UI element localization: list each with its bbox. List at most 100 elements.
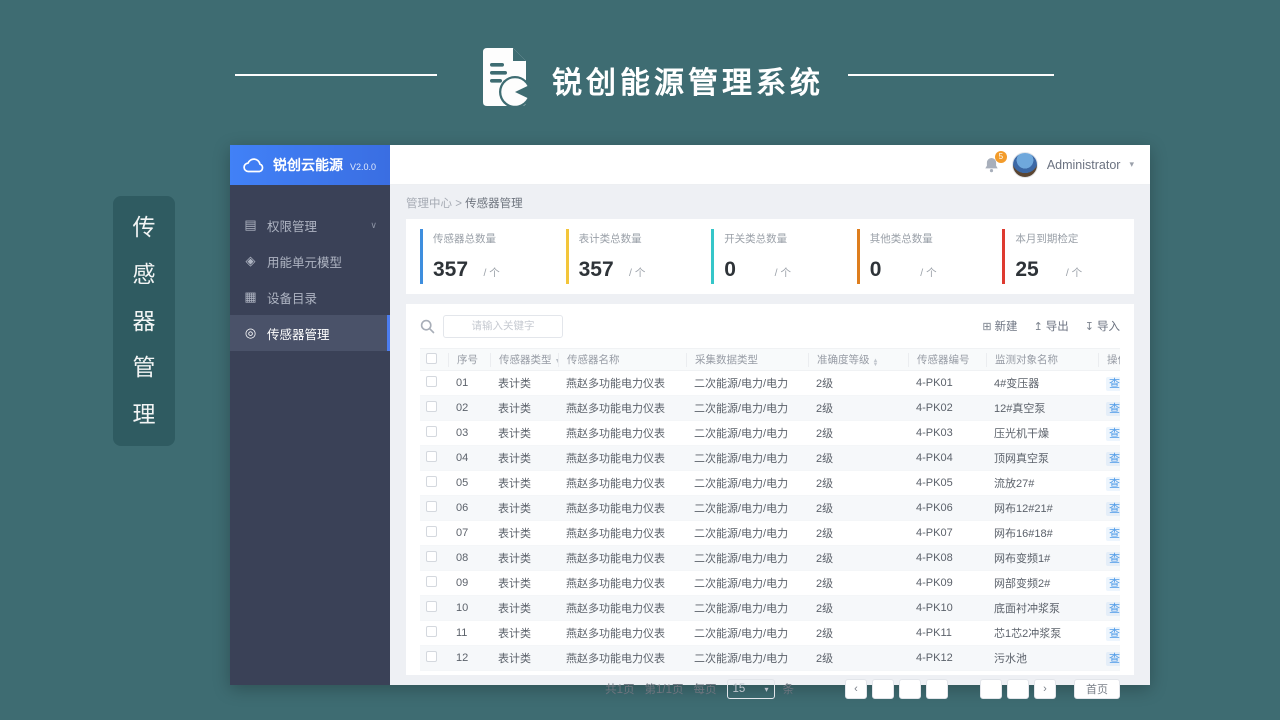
- col-actions: 操作: [1098, 352, 1120, 367]
- row-checkbox[interactable]: [426, 576, 437, 587]
- cell-sensor-code: 4-PK12: [916, 652, 953, 664]
- page-number-button[interactable]: [872, 679, 894, 699]
- notification-badge: 5: [994, 150, 1007, 163]
- stat-unit: / 个: [920, 267, 937, 279]
- search-icon[interactable]: [420, 319, 435, 334]
- username[interactable]: Administrator: [1047, 158, 1121, 172]
- stat-card-1: 表计类总数量 357 / 个: [565, 229, 698, 284]
- cell-sensor-code: 4-PK07: [916, 527, 953, 539]
- cell-sensor-code: 4-PK06: [916, 502, 953, 514]
- search-input[interactable]: [443, 314, 563, 338]
- table-body: 01 表计类 燕赵多功能电力仪表 二次能源/电力/电力 2级 4-PK01 4#…: [420, 371, 1120, 671]
- sidebar: 锐创云能源 V2.0.0 ▤ 权限管理 ∨ ◈ 用能单元模型 ▦ 设备目录 ◎ …: [230, 145, 390, 685]
- sidebar-item-permission[interactable]: ▤ 权限管理 ∨: [230, 207, 390, 243]
- cell-accuracy: 2级: [816, 453, 834, 465]
- sidebar-item-catalog[interactable]: ▦ 设备目录: [230, 279, 390, 315]
- cell-no: 06: [456, 502, 469, 514]
- row-checkbox[interactable]: [426, 551, 437, 562]
- row-checkbox[interactable]: [426, 601, 437, 612]
- cell-target-name: 流放27#: [994, 478, 1035, 490]
- cell-accuracy: 2级: [816, 478, 834, 490]
- export-button[interactable]: ↥ 导出: [1034, 318, 1069, 334]
- row-checkbox[interactable]: [426, 651, 437, 662]
- view-button[interactable]: 查看: [1106, 377, 1120, 391]
- col-target-name: 监测对象名称: [986, 352, 1098, 367]
- view-button[interactable]: 查看: [1106, 602, 1120, 616]
- view-button[interactable]: 查看: [1106, 502, 1120, 516]
- cell-target-name: 顶网真空泵: [994, 453, 1049, 465]
- row-checkbox[interactable]: [426, 426, 437, 437]
- cell-sensor-code: 4-PK11: [916, 627, 952, 639]
- cell-accuracy: 2级: [816, 403, 834, 415]
- page-ellipsis: [953, 679, 975, 699]
- row-checkbox[interactable]: [426, 501, 437, 512]
- page-number-button[interactable]: [1007, 679, 1029, 699]
- cell-target-name: 网布变频1#: [994, 553, 1051, 565]
- col-accuracy: 准确度等级 ▲ ▼: [808, 352, 908, 367]
- pagination-current-page: 第1/1页: [644, 684, 684, 696]
- create-icon: ⊞: [982, 320, 992, 333]
- row-checkbox[interactable]: [426, 376, 437, 387]
- cell-sensor-type: 表计类: [498, 628, 531, 640]
- stat-card-2: 开关类总数量 0 / 个: [711, 229, 843, 284]
- stat-unit: / 个: [483, 267, 500, 279]
- cell-no: 04: [456, 452, 469, 464]
- view-button[interactable]: 查看: [1106, 402, 1120, 416]
- view-button[interactable]: 查看: [1106, 552, 1120, 566]
- view-button[interactable]: 查看: [1106, 527, 1120, 541]
- table-row: 05 表计类 燕赵多功能电力仪表 二次能源/电力/电力 2级 4-PK05 流放…: [420, 471, 1120, 496]
- banner-title: 锐创能源管理系统: [552, 67, 824, 100]
- view-button[interactable]: 查看: [1106, 577, 1120, 591]
- row-checkbox[interactable]: [426, 401, 437, 412]
- page-number-button[interactable]: [899, 679, 921, 699]
- sidebar-item-model[interactable]: ◈ 用能单元模型: [230, 243, 390, 279]
- page-number-button[interactable]: [926, 679, 948, 699]
- view-button[interactable]: 查看: [1106, 627, 1120, 641]
- cell-accuracy: 2级: [816, 428, 834, 440]
- breadcrumb-parent[interactable]: 管理中心: [406, 198, 452, 210]
- cell-sensor-type: 表计类: [498, 403, 531, 415]
- view-button[interactable]: 查看: [1106, 452, 1120, 466]
- breadcrumb: 管理中心 > 传感器管理: [406, 195, 1134, 211]
- sidebar-item-sensor[interactable]: ◎ 传感器管理: [230, 315, 390, 351]
- first-page-button[interactable]: 首页: [1074, 679, 1120, 699]
- table-row: 03 表计类 燕赵多功能电力仪表 二次能源/电力/电力 2级 4-PK03 压光…: [420, 421, 1120, 446]
- pagination-total-pages: 共1页: [605, 684, 635, 696]
- row-checkbox[interactable]: [426, 626, 437, 637]
- view-button[interactable]: 查看: [1106, 652, 1120, 666]
- cell-sensor-code: 4-PK03: [916, 427, 953, 439]
- cell-accuracy: 2级: [816, 528, 834, 540]
- table-row: 11 表计类 燕赵多功能电力仪表 二次能源/电力/电力 2级 4-PK11 芯1…: [420, 621, 1120, 646]
- stat-value: 0: [724, 258, 736, 281]
- row-checkbox[interactable]: [426, 451, 437, 462]
- pagination-per-page-label: 每页: [693, 684, 717, 696]
- stat-value: 0: [869, 258, 882, 281]
- cell-target-name: 4#变压器: [994, 378, 1040, 390]
- select-all-checkbox[interactable]: [426, 352, 437, 364]
- view-button[interactable]: 查看: [1106, 427, 1120, 441]
- cell-sensor-type: 表计类: [498, 528, 531, 540]
- row-checkbox[interactable]: [426, 526, 437, 537]
- prev-page-button[interactable]: ‹: [845, 679, 867, 699]
- page-number-button[interactable]: [980, 679, 1002, 699]
- cell-target-name: 污水池: [994, 653, 1027, 665]
- notification-bell-icon[interactable]: 5: [983, 150, 1007, 175]
- user-menu-caret-icon[interactable]: ▾: [1129, 159, 1134, 170]
- document-chart-icon: [483, 48, 531, 108]
- cell-sensor-code: 4-PK01: [916, 377, 953, 389]
- sort-icon[interactable]: ▲ ▼: [873, 358, 879, 367]
- create-button[interactable]: ⊞ 新建: [982, 318, 1017, 334]
- avatar[interactable]: [1011, 151, 1038, 178]
- next-page-button[interactable]: ›: [1034, 679, 1056, 699]
- stats-cards: 传感器总数量 357 / 个 表计类总数量 357 / 个 开关类总数量 0 /…: [406, 219, 1134, 294]
- table-row: 01 表计类 燕赵多功能电力仪表 二次能源/电力/电力 2级 4-PK01 4#…: [420, 371, 1120, 396]
- row-checkbox[interactable]: [426, 476, 437, 487]
- cell-data-type: 二次能源/电力/电力: [694, 403, 789, 415]
- cell-no: 02: [456, 402, 469, 414]
- per-page-select[interactable]: 15 ▾: [726, 679, 775, 699]
- import-button[interactable]: ↧ 导入: [1085, 318, 1120, 334]
- stat-card-4: 本月到期检定 25 / 个: [1002, 229, 1134, 284]
- table-row: 07 表计类 燕赵多功能电力仪表 二次能源/电力/电力 2级 4-PK07 网布…: [420, 521, 1120, 546]
- cell-accuracy: 2级: [816, 503, 834, 515]
- view-button[interactable]: 查看: [1106, 477, 1120, 491]
